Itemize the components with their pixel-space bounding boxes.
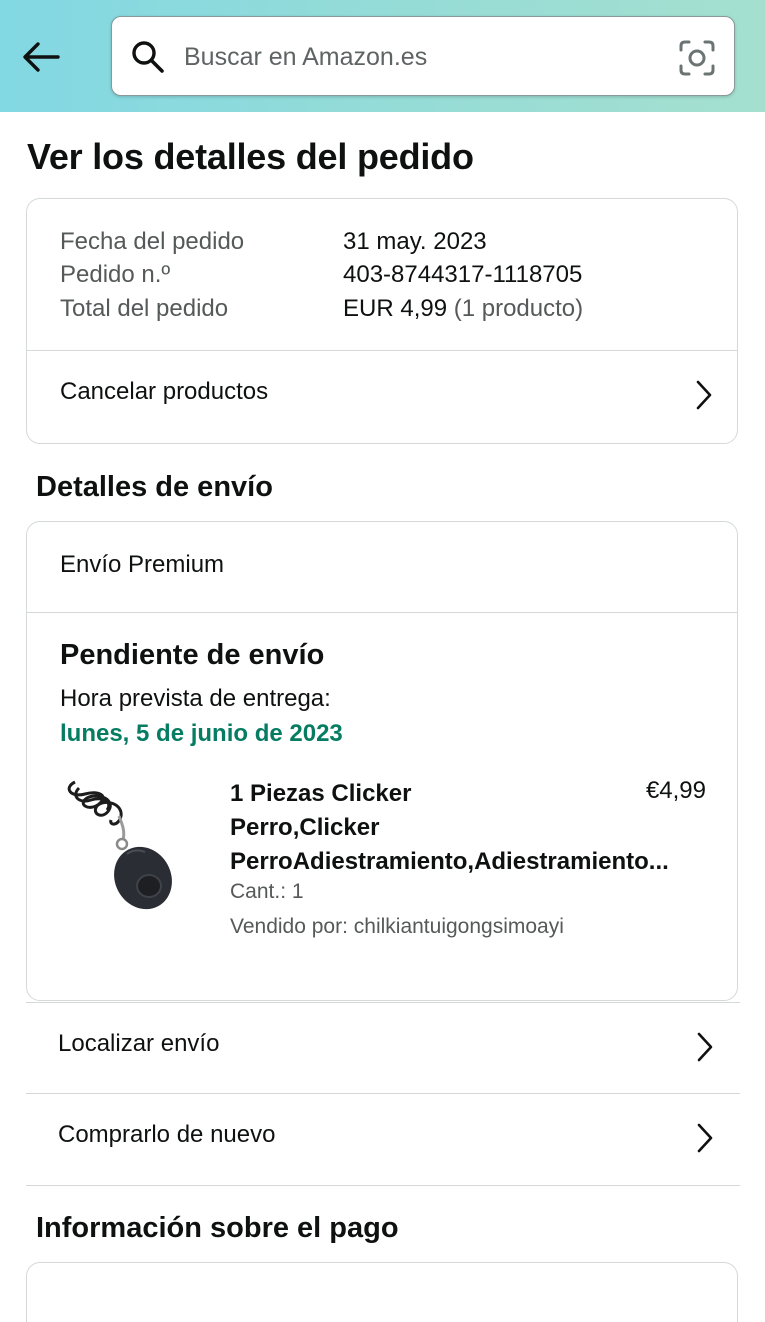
product-image[interactable] [65,774,175,916]
track-shipment-label: Localizar envío [58,1030,220,1057]
shipping-section-title: Detalles de envío [36,471,273,503]
order-date-label: Fecha del pedido [60,228,245,255]
product-price: €4,99 [645,777,706,804]
cancel-products-link[interactable]: Cancelar productos [27,351,737,443]
chevron-right-icon [697,1123,713,1153]
app-header [0,0,765,112]
divider [26,1185,740,1186]
order-date-value: 31 may. 2023 [343,228,487,255]
track-shipment-link[interactable]: Localizar envío [26,1002,740,1093]
order-total-count: (1 producto) [453,295,584,322]
order-total-label: Total del pedido [60,295,229,322]
shipment-card: Envío Premium Pendiente de envío Hora pr… [26,521,738,1001]
product-seller: Vendido por: chilkiantuigongsimoayi [230,915,564,938]
shipping-method: Envío Premium [60,551,225,578]
product-title-line: 1 Piezas Clicker [230,780,412,807]
delivery-eta-label: Hora prevista de entrega: [60,685,331,712]
chevron-right-icon [697,1032,713,1062]
shipment-status: Pendiente de envío [60,639,325,671]
order-summary-card: Fecha del pedido 31 may. 2023 Pedido n.º… [26,198,738,444]
chevron-right-icon [696,380,712,410]
payment-section-title: Información sobre el pago [36,1212,399,1244]
camera-lens-icon[interactable] [678,39,716,77]
cancel-products-label: Cancelar productos [60,378,269,405]
buy-again-link[interactable]: Comprarlo de nuevo [26,1093,740,1184]
order-number-label: Pedido n.º [60,261,171,288]
product-title-line: Perro,Clicker [230,814,380,841]
order-total-value: EUR 4,99 (1 producto) [343,295,583,323]
product-title-link[interactable]: 1 Piezas Clicker Perro,Clicker PerroAdie… [230,777,695,879]
page-title: Ver los detalles del pedido [27,136,474,177]
back-button[interactable] [18,36,64,78]
search-input[interactable] [184,35,654,79]
search-bar[interactable] [111,16,735,96]
payment-card [26,1262,738,1322]
order-number-value: 403-8744317-1118705 [343,261,583,288]
back-arrow-icon [23,42,60,72]
order-total-amount: EUR 4,99 [343,295,448,322]
buy-again-label: Comprarlo de nuevo [58,1121,276,1148]
product-quantity: Cant.: 1 [230,880,304,903]
divider [27,612,737,613]
product-title-line: PerroAdiestramiento,Adiestramiento... [230,848,669,875]
delivery-eta-date: lunes, 5 de junio de 2023 [60,720,343,747]
search-icon [132,41,164,73]
